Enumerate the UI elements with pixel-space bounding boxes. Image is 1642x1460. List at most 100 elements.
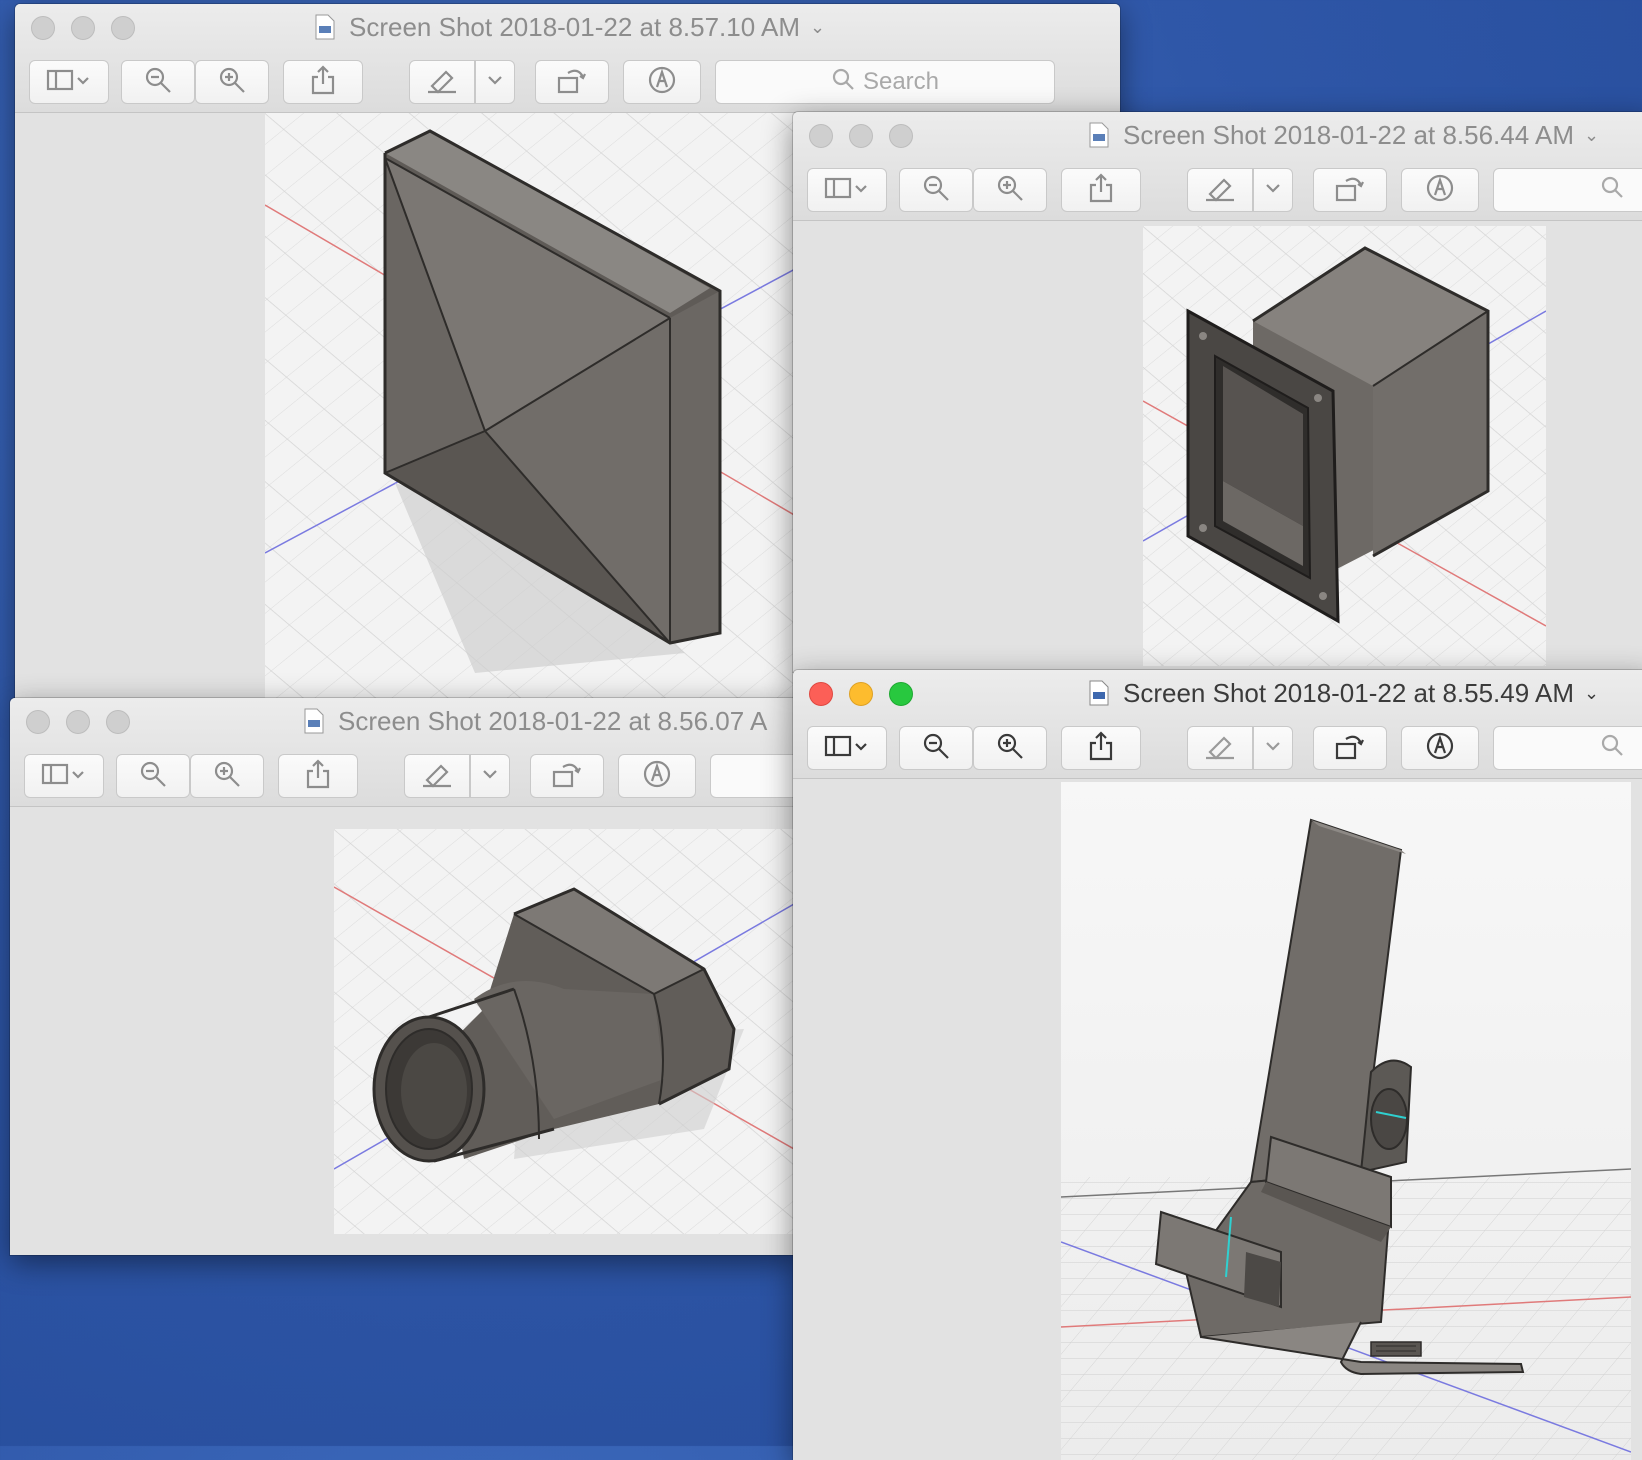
- preview-window-3[interactable]: Screen Shot 2018-01-22 at 8.56.07 A: [10, 698, 800, 1255]
- document-area: [793, 221, 1642, 672]
- zoom-in-icon: [218, 66, 246, 99]
- zoom-button[interactable]: [889, 124, 913, 148]
- chevron-down-icon: [1265, 739, 1281, 757]
- window-title: Screen Shot 2018-01-22 at 8.56.07 A: [304, 706, 767, 741]
- minimize-button[interactable]: [71, 16, 95, 40]
- document-area: [10, 807, 800, 1255]
- share-button[interactable]: [283, 60, 363, 104]
- annotate-button[interactable]: [623, 60, 701, 104]
- zoom-in-icon: [996, 732, 1024, 765]
- share-icon: [1088, 172, 1114, 208]
- sidebar-button[interactable]: [807, 726, 887, 770]
- title-bar[interactable]: Screen Shot 2018-01-22 at 8.55.49 AM ⌄: [793, 670, 1642, 779]
- search-icon: [1600, 175, 1632, 206]
- minimize-button[interactable]: [66, 710, 90, 734]
- rotate-icon: [1334, 731, 1366, 766]
- share-icon: [305, 758, 331, 794]
- annotate-icon: [1425, 173, 1455, 208]
- title-chevron-icon[interactable]: ⌄: [1584, 125, 1599, 145]
- markup-pen-button[interactable]: [1187, 168, 1253, 212]
- window-title: Screen Shot 2018-01-22 at 8.55.49 AM ⌄: [1089, 678, 1599, 713]
- share-button[interactable]: [1061, 168, 1141, 212]
- rotate-button[interactable]: [530, 754, 604, 798]
- annotate-icon: [647, 65, 677, 100]
- document-icon: [304, 708, 324, 741]
- share-button[interactable]: [278, 754, 358, 798]
- zoom-out-button[interactable]: [899, 168, 973, 212]
- zoom-button[interactable]: [889, 682, 913, 706]
- window-title: Screen Shot 2018-01-22 at 8.56.44 AM ⌄: [1089, 120, 1599, 155]
- share-button[interactable]: [1061, 726, 1141, 770]
- markup-pen-button[interactable]: [1187, 726, 1253, 770]
- search-input[interactable]: Search: [715, 60, 1055, 104]
- sidebar-icon: [46, 68, 92, 97]
- annotate-icon: [642, 759, 672, 794]
- close-button[interactable]: [26, 710, 50, 734]
- markup-pen-button[interactable]: [409, 60, 475, 104]
- preview-window-4[interactable]: Screen Shot 2018-01-22 at 8.55.49 AM ⌄: [793, 670, 1642, 1460]
- zoom-in-button[interactable]: [973, 726, 1047, 770]
- rotate-button[interactable]: [1313, 726, 1387, 770]
- zoom-out-button[interactable]: [116, 754, 190, 798]
- close-button[interactable]: [809, 682, 833, 706]
- sidebar-button[interactable]: [29, 60, 109, 104]
- preview-window-2[interactable]: Screen Shot 2018-01-22 at 8.56.44 AM ⌄: [793, 112, 1642, 672]
- markup-pen-button[interactable]: [404, 754, 470, 798]
- window-title: Screen Shot 2018-01-22 at 8.57.10 AM ⌄: [315, 12, 825, 47]
- chevron-down-icon: [1265, 181, 1281, 199]
- zoom-in-button[interactable]: [973, 168, 1047, 212]
- minimize-button[interactable]: [849, 124, 873, 148]
- rotate-icon: [1334, 173, 1366, 208]
- sidebar-button[interactable]: [807, 168, 887, 212]
- search-input[interactable]: [710, 754, 800, 798]
- document-icon: [315, 14, 335, 47]
- annotate-button[interactable]: [618, 754, 696, 798]
- zoom-out-icon: [144, 66, 172, 99]
- markup-menu-button[interactable]: [475, 60, 515, 104]
- markup-menu-button[interactable]: [1253, 168, 1293, 212]
- zoom-out-button[interactable]: [121, 60, 195, 104]
- title-bar[interactable]: Screen Shot 2018-01-22 at 8.57.10 AM ⌄ Se…: [15, 4, 1120, 113]
- markup-pen-icon: [426, 66, 458, 99]
- zoom-in-button[interactable]: [195, 60, 269, 104]
- sidebar-button[interactable]: [24, 754, 104, 798]
- rotate-button[interactable]: [1313, 168, 1387, 212]
- annotate-icon: [1425, 731, 1455, 766]
- cad-render-square-funnel: [265, 113, 825, 704]
- chevron-down-icon: [487, 73, 503, 91]
- title-bar[interactable]: Screen Shot 2018-01-22 at 8.56.44 AM ⌄: [793, 112, 1642, 221]
- title-chevron-icon[interactable]: ⌄: [810, 17, 825, 37]
- zoom-out-button[interactable]: [899, 726, 973, 770]
- annotate-button[interactable]: [1401, 726, 1479, 770]
- markup-pen-icon: [1204, 174, 1236, 207]
- minimize-button[interactable]: [849, 682, 873, 706]
- markup-menu-button[interactable]: [470, 754, 510, 798]
- document-icon: [1089, 680, 1109, 713]
- document-area: [793, 779, 1642, 1460]
- title-bar[interactable]: Screen Shot 2018-01-22 at 8.56.07 A: [10, 698, 800, 807]
- sidebar-icon: [41, 762, 87, 791]
- markup-pen-icon: [1204, 732, 1236, 765]
- title-chevron-icon[interactable]: ⌄: [1584, 683, 1599, 703]
- zoom-button[interactable]: [111, 16, 135, 40]
- search-icon: [1600, 733, 1632, 764]
- document-icon: [1089, 122, 1109, 155]
- markup-menu-button[interactable]: [1253, 726, 1293, 770]
- close-button[interactable]: [31, 16, 55, 40]
- zoom-in-button[interactable]: [190, 754, 264, 798]
- close-button[interactable]: [809, 124, 833, 148]
- cad-render-round-to-rect-adapter: [334, 829, 794, 1234]
- zoom-button[interactable]: [106, 710, 130, 734]
- rotate-button[interactable]: [535, 60, 609, 104]
- zoom-out-icon: [922, 174, 950, 207]
- rotate-icon: [556, 65, 588, 100]
- search-input[interactable]: [1493, 168, 1642, 212]
- search-placeholder: Search: [862, 68, 940, 95]
- annotate-button[interactable]: [1401, 168, 1479, 212]
- cad-render-flanged-duct: [1143, 226, 1546, 666]
- sidebar-icon: [824, 176, 870, 205]
- markup-pen-icon: [421, 760, 453, 793]
- rotate-icon: [551, 759, 583, 794]
- search-icon: [831, 67, 863, 98]
- search-input[interactable]: [1493, 726, 1642, 770]
